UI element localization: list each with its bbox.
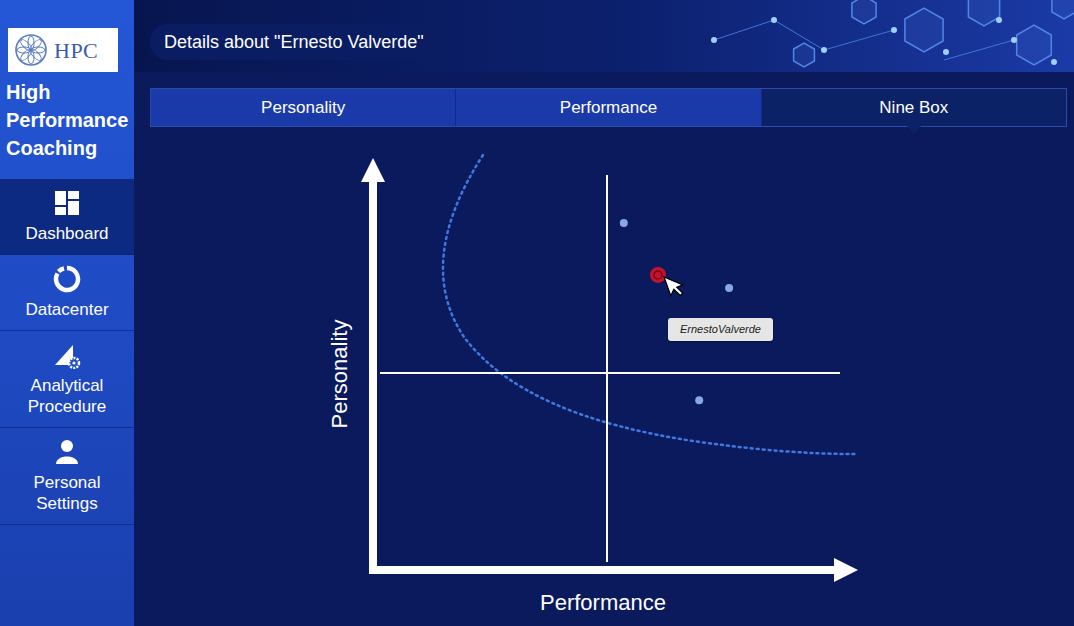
sidebar-item[interactable]: Personal Settings <box>0 428 134 525</box>
arrow-up-icon <box>361 158 385 182</box>
divider-line <box>380 372 840 374</box>
sidebar-item-label: Dashboard <box>25 223 108 244</box>
arrow-right-icon <box>834 558 858 582</box>
employee-point[interactable] <box>620 219 628 227</box>
cursor-icon <box>664 272 686 299</box>
nine-box-chart: Personality Performance ErnestoValverde <box>134 132 1074 626</box>
nine-box-plot: Personality Performance <box>134 132 1074 626</box>
y-axis-label: Personality <box>327 320 352 429</box>
sidebar-item[interactable]: Dashboard <box>0 179 134 255</box>
tab-label: Nine Box <box>879 95 948 121</box>
sidebar-menu: Dashboard Datacenter Analytical Procedure P… <box>0 179 134 525</box>
x-axis-label: Performance <box>540 590 666 615</box>
y-axis <box>369 178 377 574</box>
sidebar-item-label: Analytical Procedure <box>2 375 132 417</box>
molecule-decoration-icon <box>594 0 1074 72</box>
employee-point[interactable] <box>725 284 733 292</box>
tab[interactable]: Nine Box <box>762 89 1066 126</box>
main-panel: Details about "Ernesto Valverde" Personal… <box>134 0 1074 626</box>
tooltip: ErnestoValverde <box>668 318 773 341</box>
header: Details about "Ernesto Valverde" <box>134 0 1074 72</box>
tab-bar: Personality Performance Nine Box <box>150 88 1067 127</box>
person-icon <box>53 438 81 466</box>
dashboard-icon <box>53 189 81 217</box>
logo[interactable]: HPC <box>8 28 118 72</box>
sidebar-item[interactable]: Datacenter <box>0 255 134 331</box>
sidebar-item-label: Datacenter <box>25 299 108 320</box>
analytics-gear-icon <box>53 341 81 369</box>
sidebar: HPC High Performance Coaching Dashboard Dat… <box>0 0 134 626</box>
tab[interactable]: Personality <box>151 89 456 126</box>
sidebar-item[interactable]: Analytical Procedure <box>0 331 134 428</box>
page-title: Details about "Ernesto Valverde" <box>150 24 438 60</box>
logo-text: HPC <box>54 34 98 67</box>
x-axis <box>369 566 838 574</box>
ring-chart-icon <box>53 265 81 293</box>
app-title: High Performance Coaching <box>0 72 134 172</box>
tab-label: Performance <box>560 95 657 121</box>
sidebar-item-label: Personal Settings <box>2 472 132 514</box>
logo-icon <box>14 33 48 67</box>
tab[interactable]: Performance <box>456 89 761 126</box>
employee-point[interactable] <box>650 267 666 283</box>
potential-curve <box>443 155 855 454</box>
employee-point[interactable] <box>695 396 703 404</box>
tab-label: Personality <box>261 95 345 121</box>
divider-line <box>606 175 608 562</box>
